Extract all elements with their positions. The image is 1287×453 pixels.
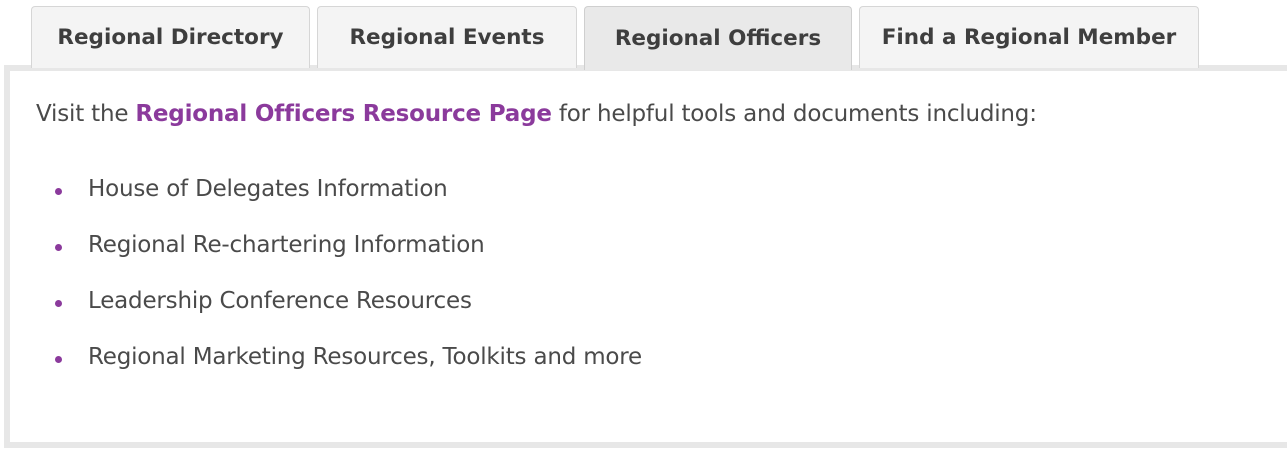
tab-regional-events[interactable]: Regional Events xyxy=(317,6,577,68)
resource-page-link[interactable]: Regional Officers Resource Page xyxy=(135,101,552,127)
list-item-label: Regional Marketing Resources, Toolkits a… xyxy=(88,344,643,370)
tab-bar: Regional Directory Regional Events Regio… xyxy=(31,6,1199,70)
intro-suffix: for helpful tools and documents includin… xyxy=(551,101,1037,127)
bullet-icon xyxy=(55,188,62,195)
tab-regional-officers[interactable]: Regional Officers xyxy=(584,6,852,70)
tab-regional-directory[interactable]: Regional Directory xyxy=(31,6,310,68)
bullet-icon xyxy=(55,244,62,251)
list-item: House of Delegates Information xyxy=(55,176,642,232)
tab-find-a-regional-member[interactable]: Find a Regional Member xyxy=(859,6,1199,68)
intro-prefix: Visit the xyxy=(36,101,136,127)
list-item-label: Regional Re-chartering Information xyxy=(88,232,485,258)
list-item: Regional Marketing Resources, Toolkits a… xyxy=(55,344,642,400)
list-item-label: Leadership Conference Resources xyxy=(88,288,472,314)
bullet-icon xyxy=(55,356,62,363)
list-item-label: House of Delegates Information xyxy=(88,176,448,202)
list-item: Leadership Conference Resources xyxy=(55,288,642,344)
intro-text: Visit the Regional Officers Resource Pag… xyxy=(36,101,1037,127)
tab-panel-regional-officers: Visit the Regional Officers Resource Pag… xyxy=(4,65,1287,448)
list-item: Regional Re-chartering Information xyxy=(55,232,642,288)
resource-list: House of Delegates Information Regional … xyxy=(55,176,642,400)
bullet-icon xyxy=(55,300,62,307)
